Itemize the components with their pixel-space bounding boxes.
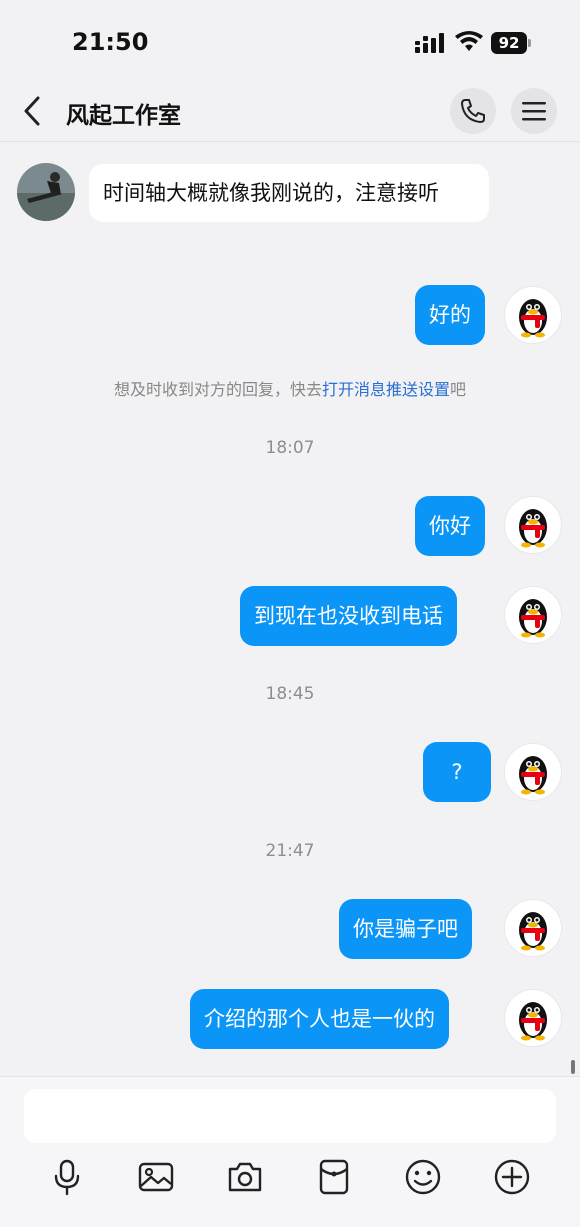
incoming-message-bubble[interactable]: 时间轴大概就像我刚说的，注意接听 (89, 164, 489, 222)
qq-penguin-icon (519, 509, 547, 548)
outgoing-message-bubble[interactable]: 到现在也没收到电话 (240, 586, 457, 646)
chat-title: 风起工作室 (66, 103, 181, 129)
phone-icon (461, 99, 485, 123)
message-input[interactable] (24, 1089, 556, 1143)
chat-header: 风起工作室 (0, 80, 580, 142)
outgoing-message-bubble[interactable]: 好的 (415, 285, 485, 345)
outgoing-message-bubble[interactable]: 介绍的那个人也是一伙的 (190, 989, 449, 1049)
scrollbar[interactable] (571, 1060, 575, 1074)
qq-penguin-icon (519, 912, 547, 951)
skater-photo-icon (17, 163, 75, 221)
tip-prefix: 想及时收到对方的回复，快去 (113, 380, 322, 399)
emoji-icon[interactable] (403, 1157, 443, 1197)
contact-avatar[interactable] (17, 163, 75, 221)
status-bar: 21:50 92 (0, 0, 580, 80)
red-packet-icon[interactable] (314, 1157, 354, 1197)
wifi-icon (455, 31, 483, 51)
self-avatar[interactable] (504, 743, 562, 801)
plus-icon[interactable] (492, 1157, 532, 1197)
cellular-signal-icon (415, 33, 444, 53)
qq-penguin-icon (519, 756, 547, 795)
chat-input-area (0, 1076, 580, 1227)
message-timestamp: 18:45 (265, 684, 315, 704)
outgoing-message-bubble[interactable]: ? (423, 742, 491, 802)
qq-penguin-icon (519, 299, 547, 338)
qq-penguin-icon (519, 599, 547, 638)
battery-level: 92 (491, 32, 527, 54)
self-avatar[interactable] (504, 586, 562, 644)
push-notification-tip: 想及时收到对方的回复，快去打开消息推送设置吧 (0, 376, 580, 400)
outgoing-message-bubble[interactable]: 你好 (415, 496, 485, 556)
chat-menu-button[interactable] (511, 88, 557, 134)
self-avatar[interactable] (504, 899, 562, 957)
battery-indicator: 92 (491, 32, 531, 54)
image-icon[interactable] (136, 1157, 176, 1197)
microphone-icon[interactable] (47, 1157, 87, 1197)
status-time: 21:50 (72, 28, 149, 56)
message-timestamp: 18:07 (265, 438, 315, 458)
back-arrow-icon[interactable] (18, 94, 48, 128)
camera-icon[interactable] (225, 1157, 265, 1197)
voice-call-button[interactable] (450, 88, 496, 134)
self-avatar[interactable] (504, 496, 562, 554)
self-avatar[interactable] (504, 989, 562, 1047)
message-timestamp: 21:47 (265, 841, 315, 861)
outgoing-message-bubble[interactable]: 你是骗子吧 (339, 899, 472, 959)
open-push-settings-link[interactable]: 打开消息推送设置 (322, 380, 450, 399)
battery-cap (528, 39, 531, 47)
self-avatar[interactable] (504, 286, 562, 344)
tip-suffix: 吧 (450, 380, 467, 399)
qq-penguin-icon (519, 1002, 547, 1041)
hamburger-menu-icon (522, 102, 546, 121)
